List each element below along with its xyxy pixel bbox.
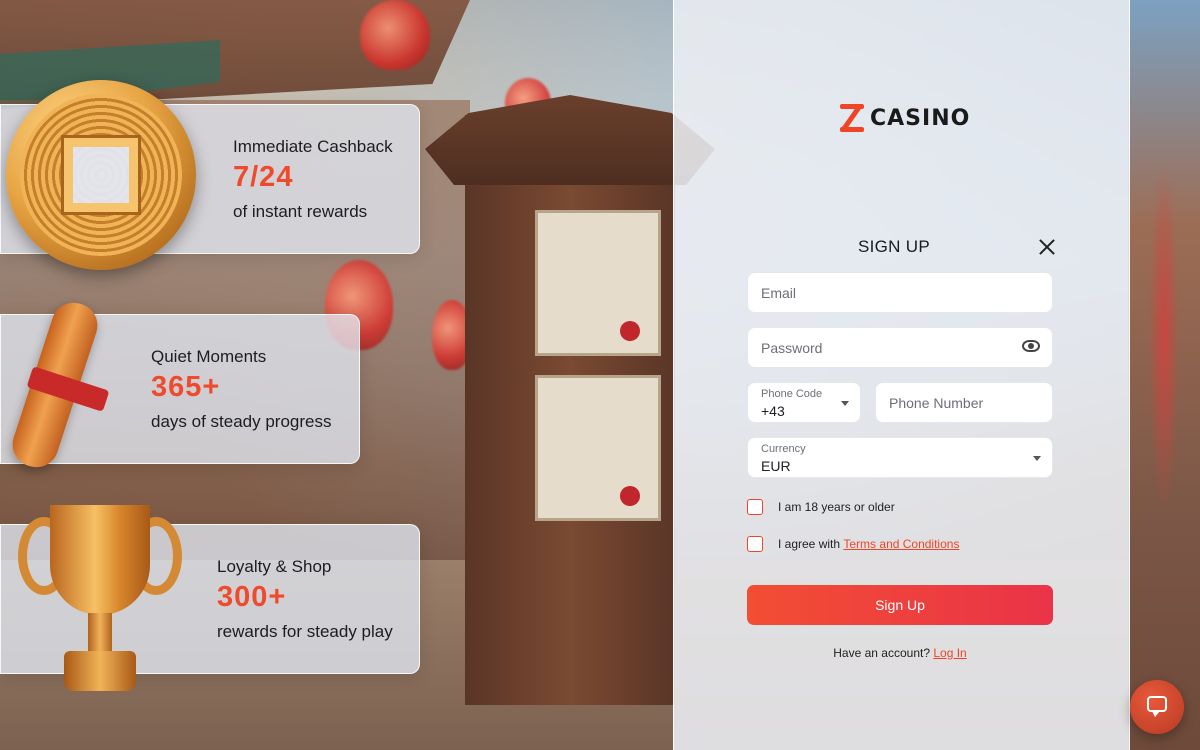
promo-description: days of steady progress xyxy=(151,412,332,431)
terms-row: I agree with Terms and Conditions xyxy=(747,536,959,552)
chat-bubble-icon xyxy=(1147,696,1167,717)
promo-value: 7/24 xyxy=(233,161,294,193)
email-input[interactable] xyxy=(748,273,1052,312)
logo-wordmark: CASINO xyxy=(870,105,971,131)
phone-code-label: Phone Code xyxy=(761,388,823,400)
signup-title: SIGN UP xyxy=(857,237,930,256)
casino-logo[interactable]: CASINO xyxy=(838,102,970,134)
phone-number-field[interactable] xyxy=(875,382,1053,423)
login-prompt: Have an account? Log In xyxy=(747,646,1053,660)
terms-link[interactable]: Terms and Conditions xyxy=(843,537,959,551)
promo-value: 365+ xyxy=(151,371,221,403)
gold-coin-icon xyxy=(6,80,196,270)
login-link[interactable]: Log In xyxy=(933,646,966,660)
promo-value: 300+ xyxy=(217,581,287,613)
trophy-icon xyxy=(18,505,183,700)
terms-label: I agree with xyxy=(778,537,841,551)
notice-board-image xyxy=(425,95,715,705)
chevron-down-icon xyxy=(841,401,849,406)
chevron-down-icon xyxy=(1033,456,1041,461)
email-field[interactable] xyxy=(747,272,1053,313)
age-confirm-row: I am 18 years or older xyxy=(747,499,895,515)
promo-description: rewards for steady play xyxy=(217,622,393,641)
currency-select[interactable]: Currency EUR xyxy=(747,437,1053,478)
scroll-icon xyxy=(6,290,110,480)
poster-image xyxy=(535,375,661,521)
promo-title: Loyalty & Shop xyxy=(217,557,332,576)
signup-button[interactable]: Sign Up xyxy=(747,585,1053,625)
promo-description: of instant rewards xyxy=(233,202,368,221)
phone-code-value: +43 xyxy=(761,403,785,419)
promo-title: Quiet Moments xyxy=(151,347,267,366)
close-icon[interactable] xyxy=(1036,236,1058,258)
currency-value: EUR xyxy=(761,458,791,474)
eye-icon[interactable] xyxy=(1022,340,1040,352)
phone-number-input[interactable] xyxy=(876,383,1052,422)
terms-checkbox[interactable] xyxy=(747,536,763,552)
password-field[interactable] xyxy=(747,327,1053,368)
chat-button[interactable] xyxy=(1130,680,1184,734)
age-checkbox-label: I am 18 years or older xyxy=(778,500,895,514)
phone-code-select[interactable]: Phone Code +43 xyxy=(747,382,861,423)
age-checkbox[interactable] xyxy=(747,499,763,515)
promo-title: Immediate Cashback xyxy=(233,137,393,156)
logo-mark-icon xyxy=(838,102,866,134)
lantern-image xyxy=(360,0,430,70)
password-input[interactable] xyxy=(748,328,1052,367)
background-right-image xyxy=(1128,0,1200,750)
poster-image xyxy=(535,210,661,356)
login-prompt-text: Have an account? xyxy=(833,646,930,660)
currency-label: Currency xyxy=(761,443,806,455)
